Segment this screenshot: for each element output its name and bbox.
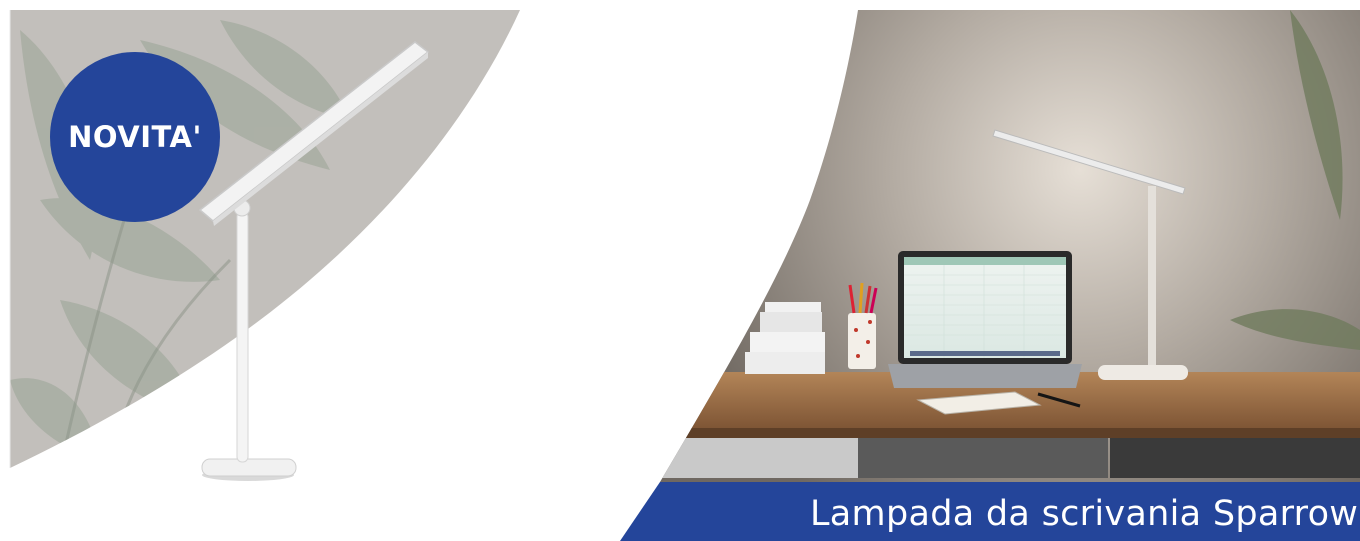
books-stack (745, 302, 825, 374)
product-title[interactable]: Lampada da scrivania Sparrow (810, 494, 1358, 534)
product-banner[interactable]: NOVITA' Lampada da scrivania Sparrow (0, 0, 1360, 541)
new-badge-label: NOVITA' (68, 120, 202, 154)
banner-artwork (9, 10, 1360, 541)
new-badge: NOVITA' (50, 52, 220, 222)
laptop-image (888, 251, 1082, 388)
desk-scene-photo (660, 10, 1360, 482)
